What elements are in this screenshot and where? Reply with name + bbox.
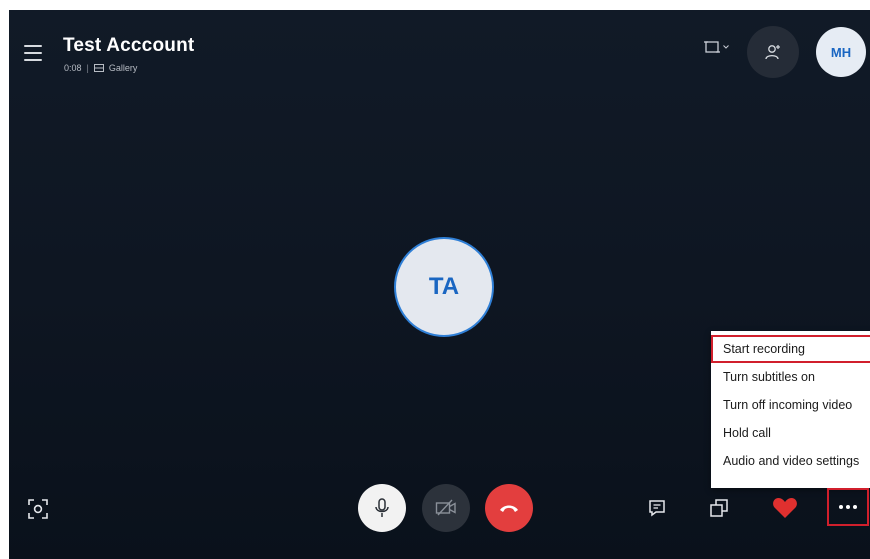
more-options-menu: Start recording Turn subtitles on Turn o… — [711, 331, 870, 488]
add-people-button[interactable] — [747, 26, 799, 78]
add-people-icon — [765, 45, 780, 60]
more-icon — [839, 505, 857, 509]
call-title: Test Acccount — [63, 35, 195, 56]
call-status: 0:08 | Gallery — [64, 63, 137, 73]
microphone-icon — [375, 498, 389, 517]
chat-icon — [649, 500, 665, 517]
gallery-icon — [93, 64, 104, 72]
camera-off-icon — [435, 499, 456, 516]
screen-share-icon — [28, 499, 48, 519]
self-avatar[interactable]: MH — [816, 27, 866, 77]
end-call-button[interactable] — [485, 484, 533, 532]
menu-item-subtitles[interactable]: Turn subtitles on — [711, 363, 870, 391]
call-window: Test Acccount 0:08 | Gallery MH TA Start… — [9, 10, 870, 559]
camera-button[interactable] — [422, 484, 470, 532]
switch-view-icon — [710, 499, 728, 517]
menu-item-incoming-video[interactable]: Turn off incoming video — [711, 391, 870, 419]
switch-view-button[interactable] — [707, 496, 731, 520]
menu-item-av-settings[interactable]: Audio and video settings — [711, 447, 870, 475]
remote-avatar: TA — [394, 237, 494, 337]
call-duration: 0:08 — [64, 63, 82, 73]
status-separator: | — [86, 63, 89, 73]
chat-button[interactable] — [645, 496, 669, 520]
layout-icon — [704, 41, 720, 53]
react-button[interactable] — [771, 496, 799, 520]
more-options-button[interactable] — [827, 488, 869, 526]
menu-item-hold-call[interactable]: Hold call — [711, 419, 870, 447]
menu-item-start-recording[interactable]: Start recording — [711, 335, 870, 363]
hamburger-icon[interactable] — [24, 45, 42, 61]
layout-button[interactable] — [704, 40, 729, 54]
heart-icon — [773, 498, 797, 518]
mute-button[interactable] — [358, 484, 406, 532]
view-mode: Gallery — [108, 63, 138, 73]
chevron-down-icon — [723, 45, 729, 49]
screen-share-button[interactable] — [26, 497, 50, 521]
end-call-icon — [500, 505, 518, 512]
